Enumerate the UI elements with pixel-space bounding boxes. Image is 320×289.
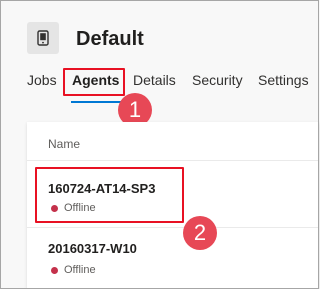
- agent-status: Offline: [51, 202, 96, 214]
- row-divider: [27, 227, 319, 228]
- agent-status: Offline: [51, 264, 96, 276]
- tab-jobs[interactable]: Jobs: [27, 70, 57, 90]
- callout-badge-2: 2: [183, 216, 217, 250]
- tab-details[interactable]: Details: [133, 70, 176, 90]
- tab-bar: Jobs Agents Details Security Settings: [0, 70, 319, 94]
- agent-name[interactable]: 160724-AT14-SP3: [48, 181, 155, 197]
- pool-icon: [27, 22, 59, 54]
- tab-security[interactable]: Security: [192, 70, 243, 90]
- tab-agents[interactable]: Agents: [72, 70, 119, 90]
- active-tab-indicator: [71, 101, 121, 103]
- agent-name[interactable]: 20160317-W10: [48, 241, 137, 257]
- tab-settings[interactable]: Settings: [258, 70, 309, 90]
- offline-status-icon: [51, 266, 58, 274]
- offline-status-icon: [51, 204, 58, 212]
- column-header-name[interactable]: Name: [48, 136, 80, 152]
- agent-pool-icon: [37, 30, 49, 46]
- page-title: Default: [76, 28, 144, 50]
- agent-status-label: Offline: [64, 202, 96, 214]
- header-divider: [27, 160, 319, 161]
- agent-status-label: Offline: [64, 264, 96, 276]
